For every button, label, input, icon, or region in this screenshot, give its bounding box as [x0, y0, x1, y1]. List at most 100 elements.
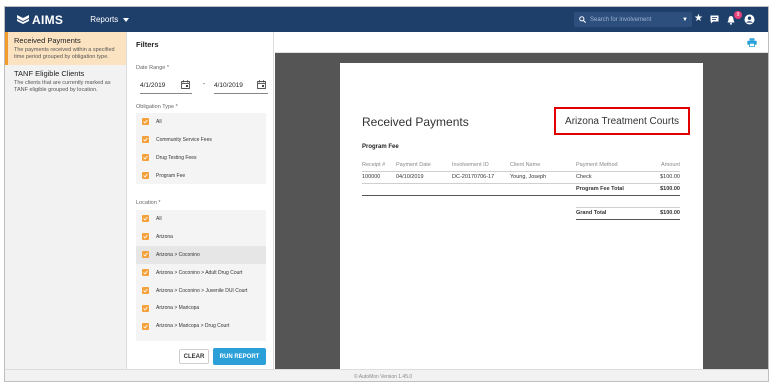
checkbox-checked-icon[interactable] — [142, 304, 149, 312]
top-bar: AIMS Reports Search for involvement ▼ ★ … — [5, 7, 768, 32]
report-viewer[interactable]: Received Payments Arizona Treatment Cour… — [275, 53, 768, 369]
checkbox-label: Community Service Fees — [156, 136, 212, 143]
checkbox-checked-icon[interactable] — [142, 269, 149, 277]
checkbox-checked-icon[interactable] — [142, 287, 149, 294]
table-cell: Check — [576, 171, 640, 184]
search-box[interactable]: Search for involvement ▼ — [574, 12, 692, 27]
report-item-received-payments[interactable]: Received Payments The payments received … — [5, 32, 126, 65]
checkbox-option[interactable]: Program Fee — [136, 167, 266, 185]
column-header: Amount — [640, 159, 680, 172]
app-name: AIMS — [32, 12, 64, 27]
print-icon[interactable] — [747, 38, 757, 47]
checkbox-checked-icon[interactable] — [142, 251, 149, 259]
checkbox-checked-icon[interactable] — [142, 233, 149, 241]
reports-menu[interactable]: Reports — [90, 15, 130, 24]
report-item-tanf-eligible-clients[interactable]: TANF Eligible Clients The clients that a… — [5, 65, 126, 98]
report-page: Received Payments Arizona Treatment Cour… — [340, 63, 703, 369]
search-input[interactable]: Search for involvement — [590, 17, 682, 23]
checkbox-option[interactable]: Arizona — [136, 228, 266, 246]
date-range-label: Date Range * — [136, 65, 170, 71]
notification-badge: 9 — [734, 11, 742, 19]
table-cell: 100000 — [362, 171, 396, 184]
checkbox-checked-icon[interactable] — [142, 136, 149, 144]
table-cell: 04/10/2019 — [396, 171, 452, 184]
report-title: Received Payments — [362, 115, 469, 129]
subtotal-label: Program Fee Total — [576, 183, 640, 196]
checkbox-label: Arizona > Maricopa — [156, 305, 200, 312]
filters-title: Filters — [136, 40, 159, 49]
report-section-title: Program Fee — [362, 144, 399, 150]
calendar-icon[interactable] — [181, 80, 190, 89]
grand-total-label: Grand Total — [576, 206, 640, 220]
chat-icon[interactable] — [710, 15, 719, 24]
report-item-desc: The clients that are currently marked as… — [14, 80, 111, 93]
checkbox-label: Arizona > Maricopa > Drug Court — [156, 323, 230, 330]
location-label: Location * — [136, 200, 161, 206]
checkbox-option[interactable]: Arizona > Coconino — [136, 245, 266, 264]
subtotal-row: Program Fee Total $100.00 — [362, 183, 680, 196]
grand-total-value: $100.00 — [640, 206, 680, 220]
table-cell: Young, Joseph — [510, 171, 576, 184]
checkbox-checked-icon[interactable] — [142, 118, 149, 126]
checkbox-option[interactable]: All — [136, 113, 266, 131]
obligation-type-list: All Community Service Fees Drug Testing Fe… — [136, 113, 266, 184]
grand-total-row: Grand Total $100.00 — [362, 206, 680, 220]
table-header-row: Receipt # Payment Date Involvement ID Cl… — [362, 159, 680, 172]
report-item-title: Received Payments — [14, 36, 81, 45]
column-header: Client Name — [510, 159, 576, 172]
filters-panel: Filters Date Range * 4/1/2019 - 4/10/201… — [128, 32, 274, 381]
column-header: Involvement ID — [452, 159, 510, 172]
checkbox-option[interactable]: Arizona > Maricopa > Drug Court — [136, 317, 266, 335]
column-header: Receipt # — [362, 159, 396, 172]
checkbox-label: Drug Testing Fees — [156, 154, 197, 161]
report-item-desc: The payments received within a specified… — [14, 47, 115, 60]
checkbox-option[interactable]: All — [136, 210, 266, 228]
table-row: 100000 04/10/2019 DC-20170706-17 Young, … — [362, 171, 680, 184]
checkbox-label: Arizona — [156, 233, 173, 240]
date-to-field[interactable]: 4/10/2019 — [214, 78, 268, 94]
app-logo[interactable]: AIMS — [16, 13, 63, 27]
date-separator: - — [203, 81, 206, 88]
app-window: AIMS Reports Search for involvement ▼ ★ … — [4, 6, 769, 382]
checkbox-option[interactable]: Arizona > Maricopa > DUI Court — [136, 335, 266, 341]
column-header: Payment Date — [396, 159, 452, 172]
checkbox-checked-icon[interactable] — [142, 322, 149, 330]
search-icon — [579, 16, 586, 23]
search-dropdown-icon[interactable]: ▼ — [682, 17, 688, 23]
table-cell: DC-20170706-17 — [452, 171, 510, 184]
version-text: © AutoMon Version 1.45.0 — [354, 374, 413, 380]
shield-chevron-logo-icon — [17, 15, 29, 24]
report-list: Received Payments The payments received … — [5, 32, 127, 381]
report-location-heading: Arizona Treatment Courts — [554, 107, 690, 135]
footer: © AutoMon Version 1.45.0 — [5, 369, 768, 381]
checkbox-option[interactable]: Community Service Fees — [136, 131, 266, 149]
subtotal-value: $100.00 — [640, 183, 680, 196]
checkbox-checked-icon[interactable] — [142, 154, 149, 162]
location-list[interactable]: All Arizona Arizona > Coconino Arizona > Co… — [136, 210, 266, 341]
date-to-value: 4/10/2019 — [214, 82, 243, 89]
checkbox-label: Arizona > Coconino > Juvenile DUI Court — [156, 287, 248, 294]
run-report-button[interactable]: RUN REPORT — [213, 348, 266, 365]
calendar-icon[interactable] — [257, 80, 266, 89]
checkbox-option[interactable]: Drug Testing Fees — [136, 149, 266, 167]
checkbox-checked-icon[interactable] — [142, 215, 149, 223]
checkbox-label: Program Fee — [156, 172, 186, 179]
date-from-value: 4/1/2019 — [140, 82, 166, 89]
column-header: Payment Method — [576, 159, 640, 172]
obligation-type-label: Obligation Type * — [136, 104, 178, 110]
checkbox-option[interactable]: Arizona > Coconino > Adult Drug Court — [136, 264, 266, 282]
chevron-down-icon — [123, 17, 130, 22]
table-cell: $100.00 — [640, 171, 680, 184]
checkbox-checked-icon[interactable] — [142, 172, 149, 180]
checkbox-label: All — [156, 215, 162, 222]
checkbox-label: All — [156, 118, 162, 125]
star-icon[interactable]: ★ — [694, 13, 703, 25]
checkbox-option[interactable]: Arizona > Maricopa — [136, 299, 266, 317]
clear-button[interactable]: CLEAR — [179, 349, 209, 364]
report-item-title: TANF Eligible Clients — [14, 69, 85, 78]
reports-menu-label: Reports — [90, 15, 119, 24]
checkbox-option[interactable]: Arizona > Coconino > Juvenile DUI Court — [136, 282, 266, 300]
user-icon[interactable] — [744, 14, 755, 25]
date-from-field[interactable]: 4/1/2019 — [140, 78, 192, 94]
checkbox-label: Arizona > Coconino — [156, 251, 200, 258]
